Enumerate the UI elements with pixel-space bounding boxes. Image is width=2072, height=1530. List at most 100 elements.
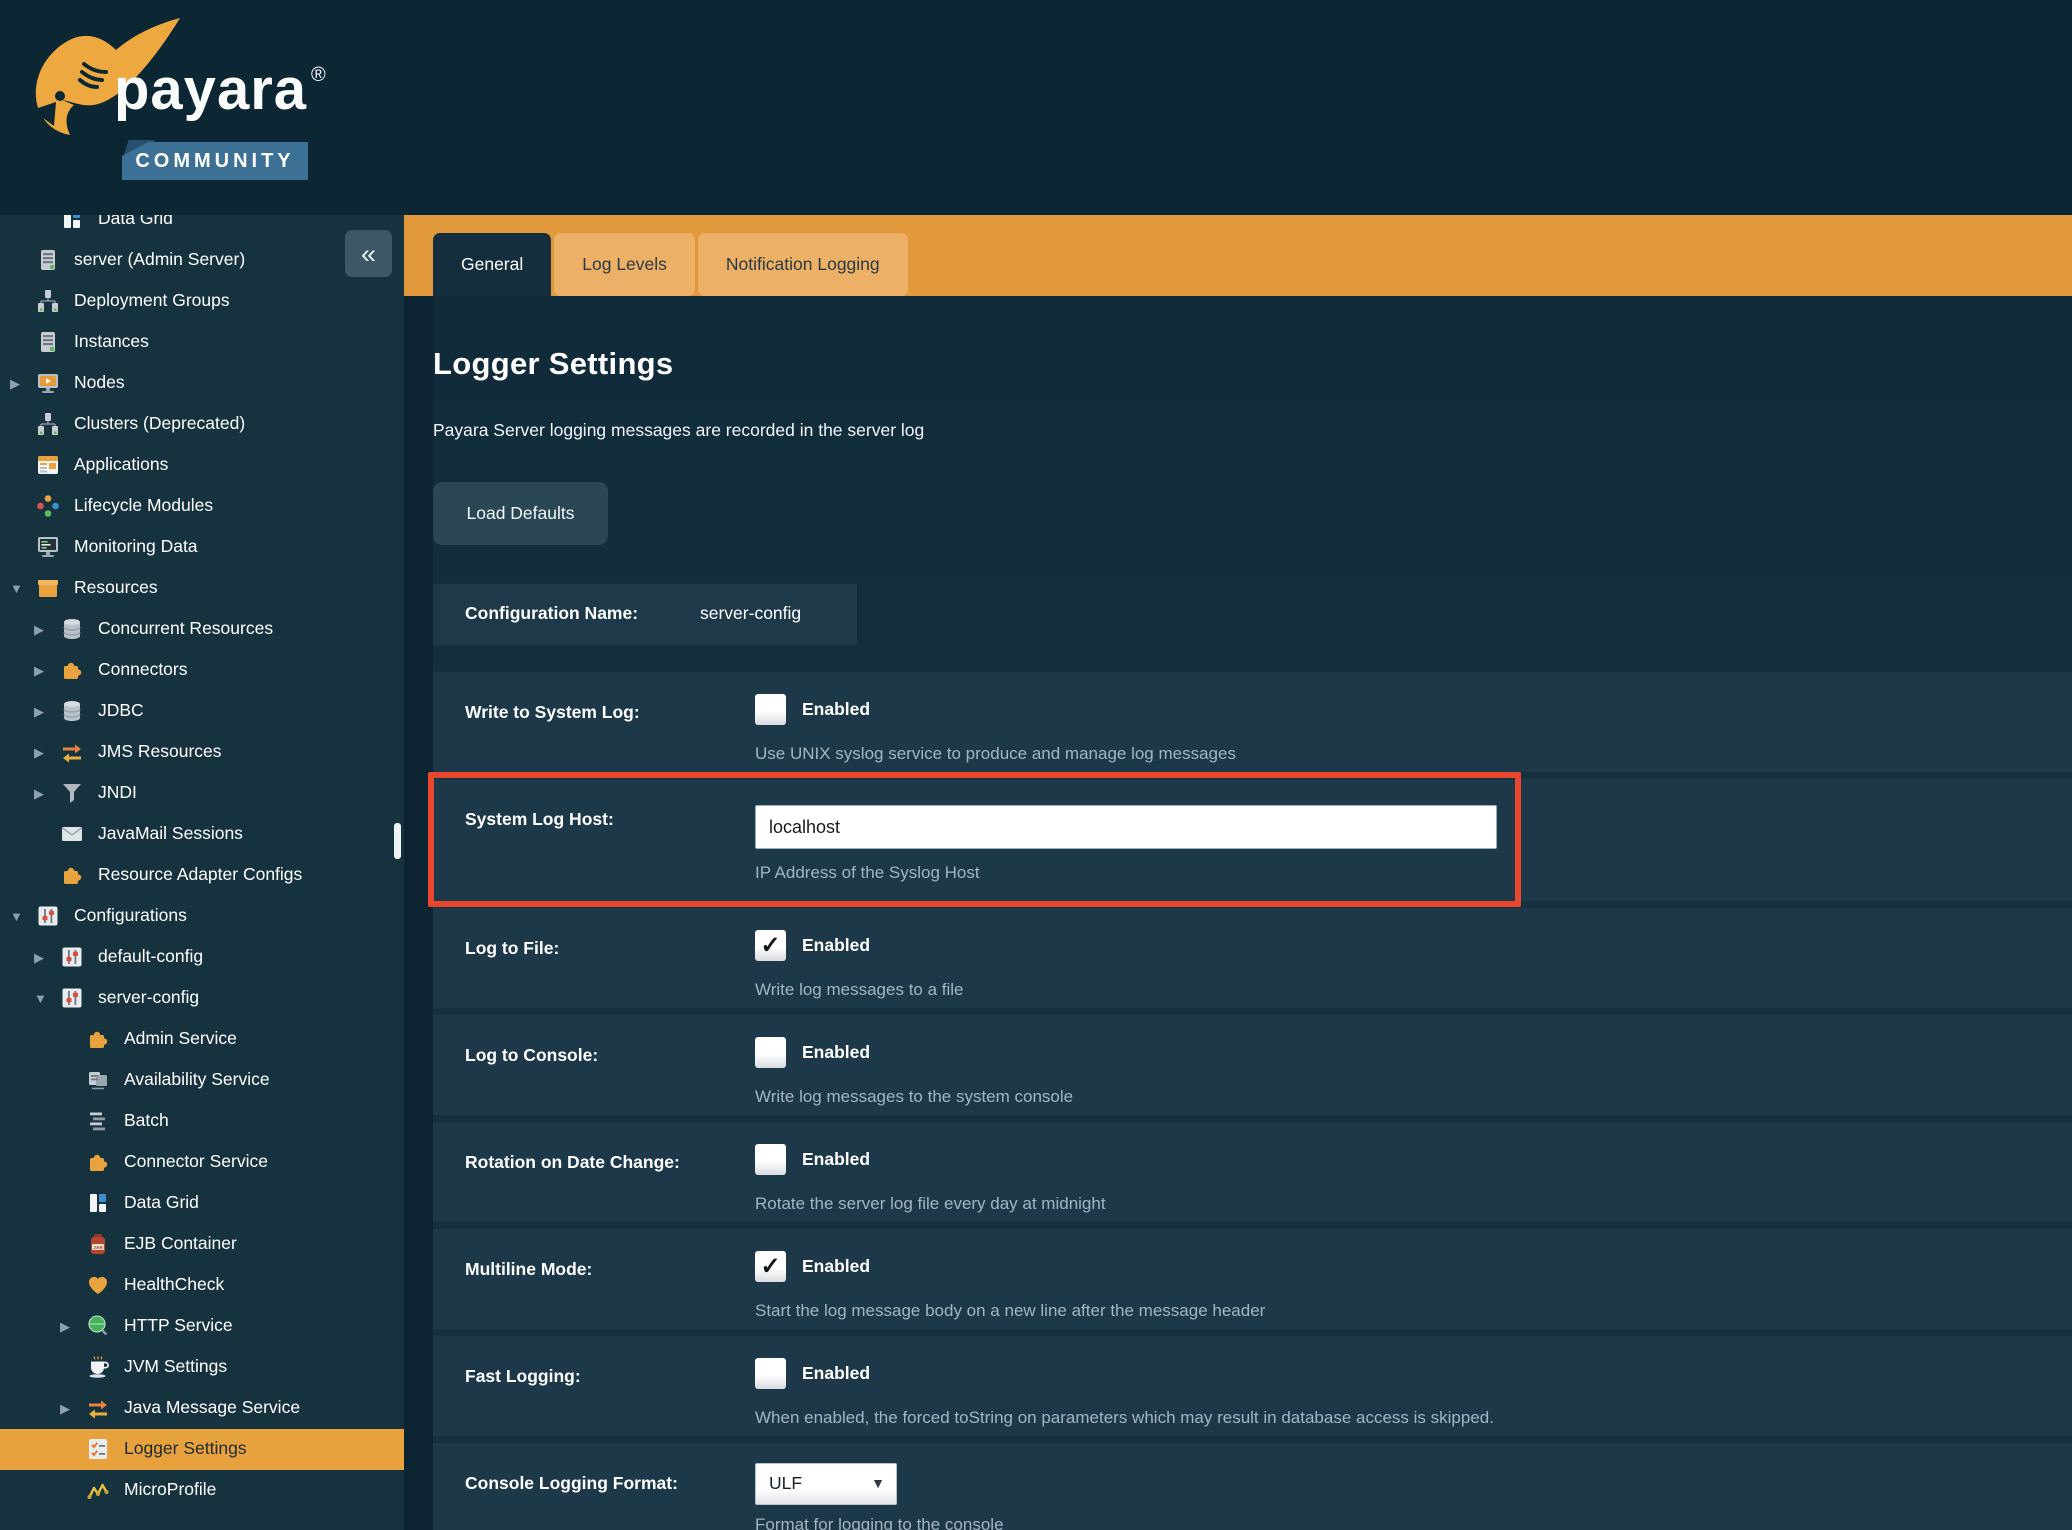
- configuration-name-row: Configuration Name: server-config: [433, 584, 857, 645]
- sidebar-item-connector-service[interactable]: Connector Service: [0, 1142, 404, 1183]
- fast-logging-checkbox[interactable]: [755, 1358, 786, 1389]
- sidebar-item-resource-adapter-configs[interactable]: Resource Adapter Configs: [0, 855, 404, 896]
- registered-mark: ®: [311, 64, 327, 86]
- batch-icon: [86, 1109, 110, 1133]
- expand-arrow-icon[interactable]: ▶: [60, 1401, 70, 1417]
- sidebar-item-clusters-deprecated[interactable]: Clusters (Deprecated): [0, 404, 404, 445]
- sidebar-item-healthcheck[interactable]: HealthCheck: [0, 1265, 404, 1306]
- lifecycle-modules-icon: [36, 494, 60, 518]
- sidebar-item-batch[interactable]: Batch: [0, 1101, 404, 1142]
- checklist-icon: [86, 1437, 110, 1461]
- sliders-icon: [36, 904, 60, 928]
- database-icon: [60, 699, 84, 723]
- expand-arrow-icon[interactable]: ▶: [34, 622, 44, 638]
- sidebar-item-availability-service[interactable]: Availability Service: [0, 1060, 404, 1101]
- field-help-text: Write log messages to a file: [755, 980, 964, 1000]
- puzzle-icon: [86, 1027, 110, 1051]
- sidebar-item-lifecycle-modules[interactable]: Lifecycle Modules: [0, 486, 404, 527]
- sidebar-item-data-grid[interactable]: Data Grid: [0, 1183, 404, 1224]
- collapse-arrow-icon[interactable]: ▼: [10, 581, 23, 596]
- expand-arrow-icon[interactable]: ▶: [34, 786, 44, 802]
- sidebar-item-server-admin-server[interactable]: server (Admin Server): [0, 240, 404, 281]
- brand-wordmark: payara®: [114, 56, 327, 123]
- server-icon: [36, 248, 60, 272]
- heart-icon: [86, 1273, 110, 1297]
- write-to-system-log-checkbox[interactable]: [755, 694, 786, 725]
- sidebar-item-jdbc[interactable]: ▶ JDBC: [0, 691, 404, 732]
- puzzle-icon: [60, 863, 84, 887]
- field-help-text: IP Address of the Syslog Host: [755, 863, 980, 883]
- dropdown-arrow-icon: ▼: [871, 1475, 885, 1491]
- sidebar-item-data-grid[interactable]: Data Grid: [0, 215, 404, 240]
- deployment-groups-icon: [36, 289, 60, 313]
- sidebar-item-applications[interactable]: Applications: [0, 445, 404, 486]
- collapse-arrow-icon[interactable]: ▼: [34, 991, 47, 1006]
- envelope-icon: [60, 822, 84, 846]
- expand-arrow-icon[interactable]: ▶: [34, 704, 44, 720]
- enabled-label: Enabled: [802, 1149, 870, 1170]
- sidebar-item-javamail-sessions[interactable]: JavaMail Sessions: [0, 814, 404, 855]
- sidebar-item-jndi[interactable]: ▶ JNDI: [0, 773, 404, 814]
- sidebar-item-configurations[interactable]: ▼ Configurations: [0, 896, 404, 937]
- system-log-host-input[interactable]: [755, 805, 1497, 849]
- log-to-console-label: Log to Console:: [465, 1045, 598, 1066]
- multiline-mode-label: Multiline Mode:: [465, 1259, 592, 1280]
- payara-logo: payara® COMMUNITY: [22, 10, 322, 210]
- data-grid-icon: [86, 1191, 110, 1215]
- sidebar-item-java-message-service[interactable]: ▶ Java Message Service: [0, 1388, 404, 1429]
- expand-arrow-icon[interactable]: ▶: [34, 663, 44, 679]
- sidebar-item-monitoring-data[interactable]: Monitoring Data: [0, 527, 404, 568]
- expand-arrow-icon[interactable]: ▶: [34, 950, 44, 966]
- expand-arrow-icon[interactable]: ▶: [34, 745, 44, 761]
- enabled-label: Enabled: [802, 1042, 870, 1063]
- multiline-mode-checkbox[interactable]: ✓: [755, 1251, 786, 1282]
- sidebar-item-admin-service[interactable]: Admin Service: [0, 1019, 404, 1060]
- sidebar-item-http-service[interactable]: ▶ HTTP Service: [0, 1306, 404, 1347]
- sidebar-item-logger-settings[interactable]: Logger Settings: [0, 1429, 404, 1470]
- jar-icon: JAR: [86, 1232, 110, 1256]
- filter-icon: [60, 781, 84, 805]
- main-content: Logger Settings Payara Server logging me…: [404, 296, 2072, 1530]
- expand-arrow-icon[interactable]: ▶: [60, 1319, 70, 1335]
- page-title: Logger Settings: [433, 346, 673, 382]
- sidebar-item-microprofile[interactable]: MicroProfile: [0, 1470, 404, 1511]
- sidebar-collapse-button[interactable]: «: [345, 230, 392, 277]
- console-logging-format-label: Console Logging Format:: [465, 1473, 678, 1494]
- sliders-icon: [60, 945, 84, 969]
- load-defaults-button[interactable]: Load Defaults: [433, 482, 608, 545]
- log-to-file-checkbox[interactable]: ✓: [755, 930, 786, 961]
- rotation-on-date-change-checkbox[interactable]: [755, 1144, 786, 1175]
- availability-icon: [86, 1068, 110, 1092]
- clusters-icon: [36, 412, 60, 436]
- field-help-text: Start the log message body on a new line…: [755, 1301, 1265, 1321]
- log-to-console-checkbox[interactable]: [755, 1037, 786, 1068]
- expand-arrow-icon[interactable]: ▶: [10, 376, 20, 392]
- sidebar-scrollbar-thumb[interactable]: [394, 823, 401, 859]
- nodes-icon: [36, 371, 60, 395]
- sidebar-item-connectors[interactable]: ▶ Connectors: [0, 650, 404, 691]
- svg-text:JAR: JAR: [93, 1245, 103, 1251]
- sidebar-item-concurrent-resources[interactable]: ▶ Concurrent Resources: [0, 609, 404, 650]
- sidebar-item-jms-resources[interactable]: ▶ JMS Resources: [0, 732, 404, 773]
- sliders-icon: [60, 986, 84, 1010]
- sidebar-item-server-config[interactable]: ▼ server-config: [0, 978, 404, 1019]
- log-to-file-label: Log to File:: [465, 938, 559, 959]
- microprofile-icon: [86, 1478, 110, 1502]
- tab-general[interactable]: General: [433, 233, 551, 299]
- fast-logging-row: Fast Logging: Enabled When enabled, the …: [433, 1336, 2072, 1436]
- sidebar-item-default-config[interactable]: ▶ default-config: [0, 937, 404, 978]
- sidebar-item-jvm-settings[interactable]: JVM Settings: [0, 1347, 404, 1388]
- selected-option: ULF: [769, 1473, 802, 1494]
- sidebar-item-resources[interactable]: ▼ Resources: [0, 568, 404, 609]
- log-to-file-row: Log to File: ✓Enabled Write log messages…: [433, 908, 2072, 1008]
- console-logging-format-select[interactable]: ULF ▼: [755, 1463, 897, 1505]
- collapse-arrow-icon[interactable]: ▼: [10, 909, 23, 924]
- write-to-system-log-row: Write to System Log: Enabled Use UNIX sy…: [433, 672, 2072, 772]
- sidebar-item-nodes[interactable]: ▶ Nodes: [0, 363, 404, 404]
- tab-notification-logging[interactable]: Notification Logging: [698, 233, 908, 296]
- write-to-system-log-label: Write to System Log:: [465, 702, 640, 723]
- sidebar-item-ejb-container[interactable]: JAR EJB Container: [0, 1224, 404, 1265]
- sidebar-item-deployment-groups[interactable]: Deployment Groups: [0, 281, 404, 322]
- sidebar-item-instances[interactable]: Instances: [0, 322, 404, 363]
- tab-log-levels[interactable]: Log Levels: [554, 233, 695, 296]
